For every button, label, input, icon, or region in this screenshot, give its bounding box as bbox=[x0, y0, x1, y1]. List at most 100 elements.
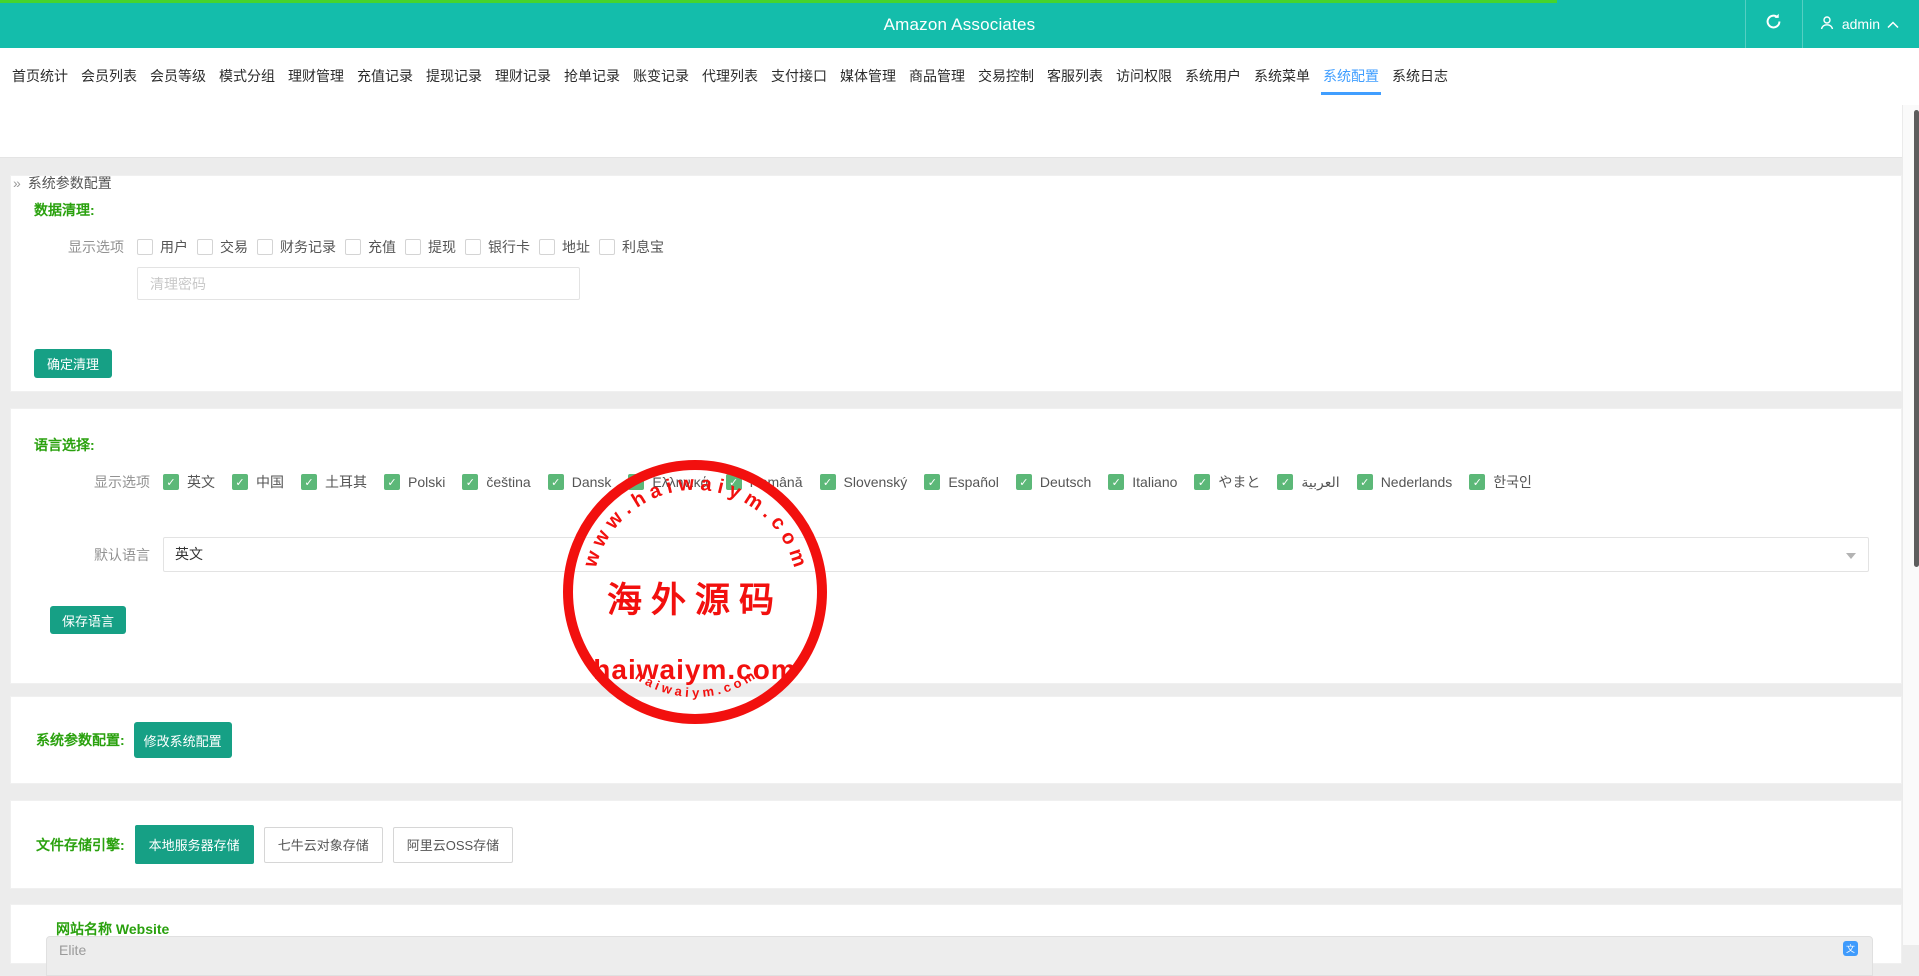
checkbox-checked-icon[interactable]: ✓ bbox=[628, 474, 644, 490]
nav-tab-13[interactable]: 媒体管理 bbox=[838, 64, 898, 95]
storage-engine-card: 文件存储引擎: 本地服务器存储七牛云对象存储阿里云OSS存储 bbox=[10, 800, 1902, 889]
default-language-select[interactable]: 英文 bbox=[163, 537, 1869, 572]
checkbox-checked-icon[interactable]: ✓ bbox=[301, 474, 317, 490]
system-config-card: 系统参数配置: 修改系统配置 bbox=[10, 696, 1902, 784]
nav-tab-18[interactable]: 系统用户 bbox=[1183, 64, 1243, 95]
checkbox-item[interactable]: ✓Nederlands bbox=[1357, 474, 1453, 490]
checkbox-item[interactable]: ✓ 中国 bbox=[232, 472, 284, 492]
checkbox-unchecked-icon[interactable] bbox=[539, 239, 555, 255]
vertical-scrollbar-thumb[interactable] bbox=[1914, 110, 1919, 567]
checkbox-item[interactable]: ✓Español bbox=[924, 474, 999, 490]
nav-tab-12[interactable]: 支付接口 bbox=[769, 64, 829, 95]
checkbox-label: 中国 bbox=[256, 472, 284, 492]
checkbox-checked-icon[interactable]: ✓ bbox=[384, 474, 400, 490]
checkbox-checked-icon[interactable]: ✓ bbox=[924, 474, 940, 490]
checkbox-label: Polski bbox=[408, 474, 445, 490]
checkbox-item[interactable]: 银行卡 bbox=[465, 237, 530, 257]
nav-tab-9[interactable]: 抢单记录 bbox=[562, 64, 622, 95]
nav-tab-10[interactable]: 账变记录 bbox=[631, 64, 691, 95]
nav-tab-2[interactable]: 会员列表 bbox=[79, 64, 139, 95]
nav-tab-14[interactable]: 商品管理 bbox=[907, 64, 967, 95]
translate-icon[interactable]: 文 bbox=[1843, 941, 1858, 956]
checkbox-item[interactable]: 利息宝 bbox=[599, 237, 664, 257]
data-clean-title: 数据清理: bbox=[34, 200, 95, 220]
show-options-label: 显示选项 bbox=[34, 237, 124, 257]
nav-tab-11[interactable]: 代理列表 bbox=[700, 64, 760, 95]
checkbox-item[interactable]: 用户 bbox=[137, 237, 188, 257]
checkbox-item[interactable]: ✓ Polski bbox=[384, 474, 445, 490]
checkbox-item[interactable]: ✓英文 bbox=[163, 472, 215, 492]
data-clean-card: 数据清理: 显示选项 用户 交易 财务记录充值提现银行卡地址利息宝 确定清理 bbox=[10, 175, 1902, 392]
checkbox-item[interactable]: ✓Română bbox=[726, 474, 803, 490]
nav-tab-15[interactable]: 交易控制 bbox=[976, 64, 1036, 95]
checkbox-checked-icon[interactable]: ✓ bbox=[1469, 474, 1485, 490]
data-clean-checkbox-row: 用户 交易 财务记录充值提现银行卡地址利息宝 bbox=[137, 237, 673, 257]
storage-engine-buttons: 本地服务器存储七牛云对象存储阿里云OSS存储 bbox=[125, 825, 514, 864]
save-language-button[interactable]: 保存语言 bbox=[50, 606, 126, 634]
refresh-button[interactable] bbox=[1745, 0, 1803, 48]
modify-system-config-button[interactable]: 修改系统配置 bbox=[134, 722, 232, 758]
checkbox-item[interactable]: 提现 bbox=[405, 237, 456, 257]
nav-tab-19[interactable]: 系统菜单 bbox=[1252, 64, 1312, 95]
checkbox-item[interactable]: ✓čeština bbox=[462, 474, 530, 490]
checkbox-unchecked-icon[interactable] bbox=[257, 239, 273, 255]
checkbox-checked-icon[interactable]: ✓ bbox=[163, 474, 179, 490]
checkbox-item[interactable]: ✓やまと bbox=[1194, 472, 1260, 492]
nav-tab-16[interactable]: 客服列表 bbox=[1045, 64, 1105, 95]
nav-tab-7[interactable]: 提现记录 bbox=[424, 64, 484, 95]
nav-tab-5[interactable]: 理财管理 bbox=[286, 64, 346, 95]
checkbox-item[interactable]: ✓ العربية bbox=[1277, 474, 1339, 491]
checkbox-unchecked-icon[interactable] bbox=[137, 239, 153, 255]
checkbox-item[interactable]: ✓한국인 bbox=[1469, 472, 1532, 492]
checkbox-label: 交易 bbox=[220, 237, 248, 257]
checkbox-checked-icon[interactable]: ✓ bbox=[548, 474, 564, 490]
checkbox-item[interactable]: ✓Slovenský bbox=[820, 474, 908, 490]
checkbox-checked-icon[interactable]: ✓ bbox=[1108, 474, 1124, 490]
nav-tab-21[interactable]: 系统日志 bbox=[1390, 64, 1450, 95]
storage-engine-button-3[interactable]: 阿里云OSS存储 bbox=[393, 827, 513, 863]
checkbox-unchecked-icon[interactable] bbox=[465, 239, 481, 255]
vertical-scrollbar-track[interactable] bbox=[1902, 105, 1919, 945]
checkbox-checked-icon[interactable]: ✓ bbox=[1194, 474, 1210, 490]
checkbox-label: Dansk bbox=[572, 474, 612, 490]
checkbox-label: العربية bbox=[1301, 474, 1339, 491]
checkbox-item[interactable]: ✓Deutsch bbox=[1016, 474, 1091, 490]
checkbox-item[interactable]: ✓Italiano bbox=[1108, 474, 1177, 490]
checkbox-checked-icon[interactable]: ✓ bbox=[726, 474, 742, 490]
nav-tab-1[interactable]: 首页统计 bbox=[10, 64, 70, 95]
nav-tab-17[interactable]: 访问权限 bbox=[1114, 64, 1174, 95]
checkbox-checked-icon[interactable]: ✓ bbox=[1357, 474, 1373, 490]
nav-tab-8[interactable]: 理财记录 bbox=[493, 64, 553, 95]
checkbox-label: 财务记录 bbox=[280, 237, 336, 257]
checkbox-unchecked-icon[interactable] bbox=[197, 239, 213, 255]
checkbox-item[interactable]: ✓土耳其 bbox=[301, 472, 367, 492]
nav-tab-3[interactable]: 会员等级 bbox=[148, 64, 208, 95]
nav-tabs: 首页统计会员列表会员等级模式分组理财管理充值记录提现记录理财记录抢单记录账变记录… bbox=[10, 64, 1450, 95]
clean-password-input[interactable] bbox=[137, 267, 580, 300]
checkbox-item[interactable]: ✓Ελληνικά bbox=[628, 474, 708, 490]
checkbox-item[interactable]: 交易 bbox=[197, 237, 248, 257]
checkbox-checked-icon[interactable]: ✓ bbox=[462, 474, 478, 490]
checkbox-checked-icon[interactable]: ✓ bbox=[1277, 474, 1293, 490]
checkbox-checked-icon[interactable]: ✓ bbox=[232, 474, 248, 490]
default-language-label: 默认语言 bbox=[34, 545, 150, 565]
checkbox-checked-icon[interactable]: ✓ bbox=[1016, 474, 1032, 490]
checkbox-item[interactable]: 地址 bbox=[539, 237, 590, 257]
website-name-input[interactable]: Elite 文 bbox=[46, 936, 1873, 976]
user-icon bbox=[1819, 15, 1835, 34]
nav-tab-6[interactable]: 充值记录 bbox=[355, 64, 415, 95]
checkbox-checked-icon[interactable]: ✓ bbox=[820, 474, 836, 490]
checkbox-item[interactable]: ✓ Dansk bbox=[548, 474, 612, 490]
checkbox-unchecked-icon[interactable] bbox=[405, 239, 421, 255]
user-menu[interactable]: admin bbox=[1803, 0, 1919, 48]
storage-engine-button-1[interactable]: 本地服务器存储 bbox=[135, 825, 254, 864]
checkbox-unchecked-icon[interactable] bbox=[599, 239, 615, 255]
nav-tab-4[interactable]: 模式分组 bbox=[217, 64, 277, 95]
nav-tab-20[interactable]: 系统配置 bbox=[1321, 64, 1381, 95]
checkbox-item[interactable]: 充值 bbox=[345, 237, 396, 257]
confirm-clean-button[interactable]: 确定清理 bbox=[34, 349, 112, 378]
checkbox-item[interactable]: 财务记录 bbox=[257, 237, 336, 257]
storage-engine-button-2[interactable]: 七牛云对象存储 bbox=[264, 827, 383, 863]
checkbox-unchecked-icon[interactable] bbox=[345, 239, 361, 255]
caret-up-icon bbox=[1887, 16, 1899, 32]
